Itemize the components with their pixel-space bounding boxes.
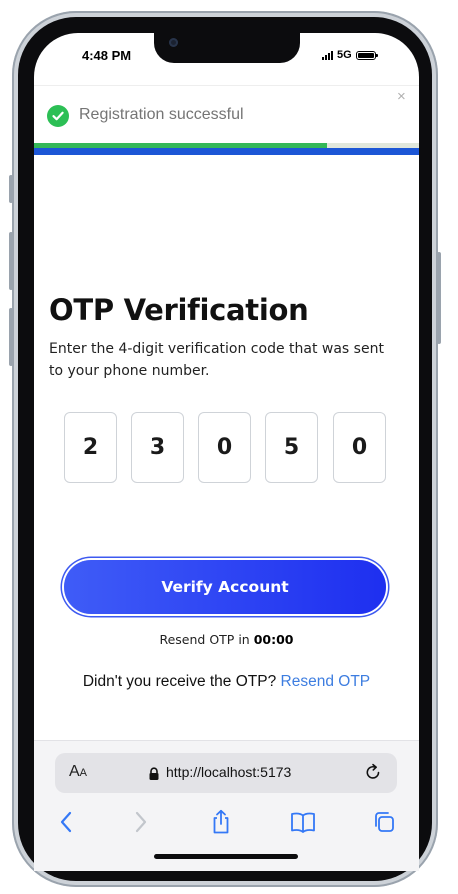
resend-timer: Resend OTP in 00:00: [34, 632, 419, 647]
tabs-icon[interactable]: [370, 808, 398, 836]
text-size-button[interactable]: AA: [69, 763, 87, 781]
battery-icon: [355, 50, 378, 60]
check-circle-icon: [47, 105, 69, 127]
status-indicators: 5G: [322, 48, 378, 62]
bookmarks-icon[interactable]: [289, 808, 317, 836]
forward-icon[interactable]: [127, 808, 155, 836]
mute-switch: [9, 175, 13, 203]
status-time: 4:48 PM: [82, 48, 132, 63]
resend-timer-prefix: Resend OTP in: [159, 632, 250, 647]
close-icon[interactable]: ×: [397, 89, 406, 105]
volume-down-button: [9, 308, 13, 366]
resend-timer-time: 00:00: [253, 632, 294, 647]
otp-not-received: Didn't you receive the OTP? Resend OTP: [34, 673, 419, 691]
toast-message: Registration successful: [79, 106, 244, 123]
signal-icon: [322, 50, 333, 60]
back-icon[interactable]: [52, 808, 80, 836]
otp-input-5[interactable]: 0: [333, 412, 386, 483]
header-accent-bar: [34, 148, 419, 155]
page-subtitle: Enter the 4-digit verification code that…: [49, 341, 384, 379]
otp-input-3[interactable]: 0: [198, 412, 251, 483]
power-button: [437, 252, 441, 344]
otp-input-1[interactable]: 2: [64, 412, 117, 483]
camera-icon: [169, 38, 178, 47]
resend-otp-link[interactable]: Resend OTP: [281, 673, 371, 690]
share-icon[interactable]: [207, 808, 235, 836]
text-size-small: A: [79, 767, 88, 779]
text-size-large: A: [69, 763, 80, 780]
otp-input-4[interactable]: 5: [265, 412, 318, 483]
page-title: OTP Verification: [49, 293, 309, 327]
network-type: 5G: [337, 49, 352, 61]
lock-icon: [148, 766, 160, 785]
not-received-question: Didn't you receive the OTP?: [82, 673, 277, 690]
verify-account-button[interactable]: Verify Account: [64, 560, 386, 614]
volume-up-button: [9, 232, 13, 290]
url-text[interactable]: http://localhost:5173: [166, 764, 291, 780]
notch: [154, 32, 300, 63]
reload-icon[interactable]: [363, 762, 383, 786]
otp-input-2[interactable]: 3: [131, 412, 184, 483]
home-indicator: [154, 854, 298, 859]
